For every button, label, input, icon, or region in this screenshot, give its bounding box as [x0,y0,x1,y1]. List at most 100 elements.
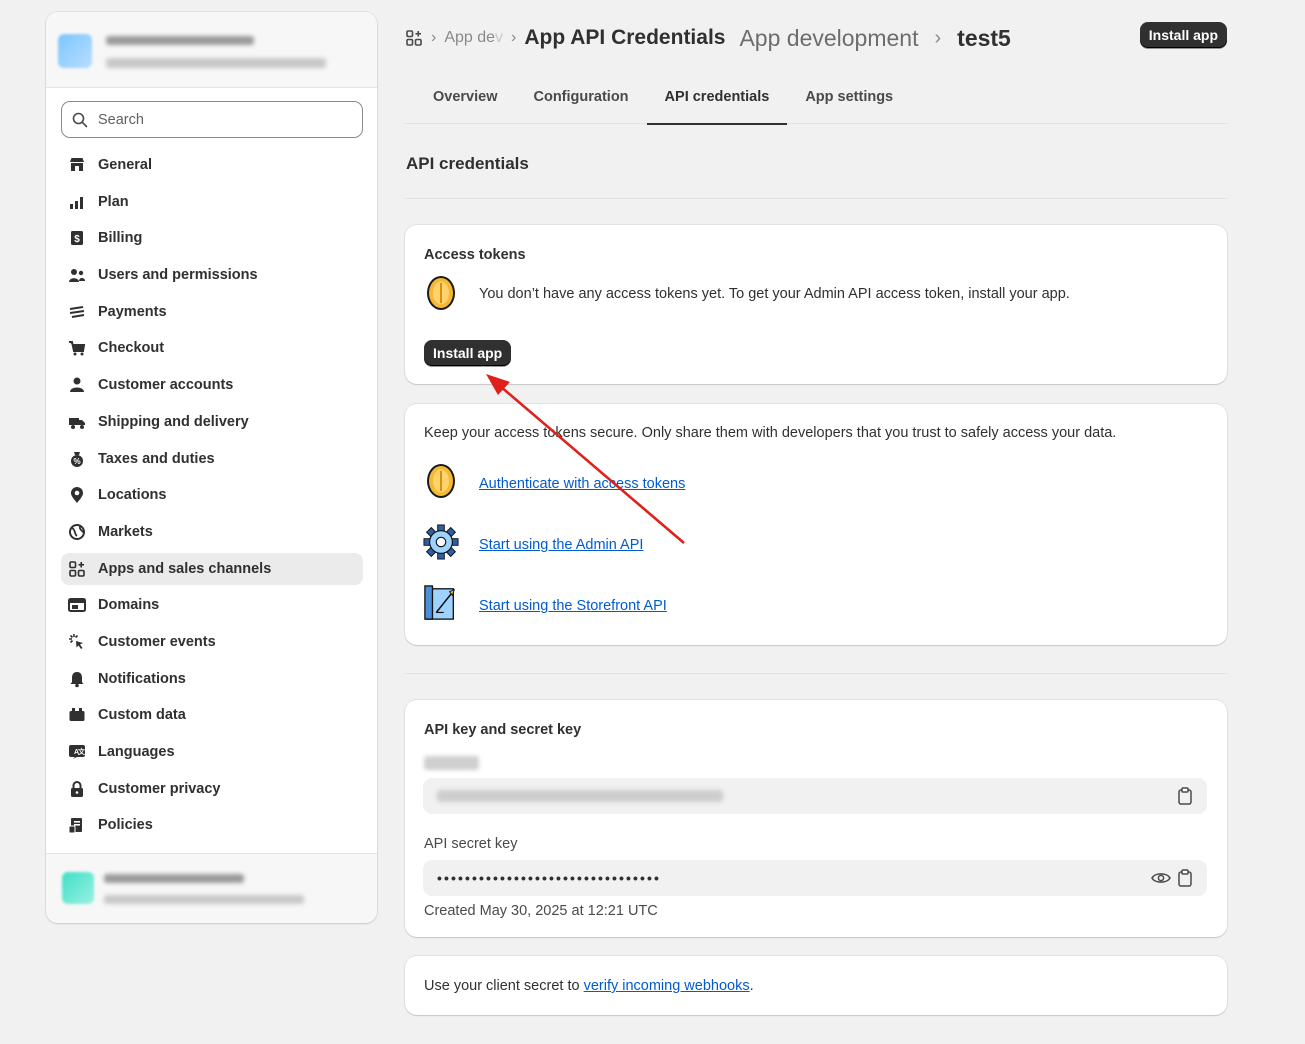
sidebar-item-policies[interactable]: Policies [61,809,363,841]
user-email-redacted [104,895,304,904]
custom-data-icon [68,706,86,724]
sidebar-item-taxes-and-duties[interactable]: % Taxes and duties [61,443,363,475]
sidebar-item-plan[interactable]: Plan [61,186,363,218]
sidebar-item-domains[interactable]: Domains [61,589,363,621]
sidebar-item-markets[interactable]: Markets [61,516,363,548]
sidebar-item-custom-data[interactable]: Custom data [61,699,363,731]
sidebar-item-locations[interactable]: Locations [61,479,363,511]
store-icon [68,156,86,174]
sidebar-item-label: Users and permissions [98,267,258,284]
sidebar-item-billing[interactable]: $ Billing [61,222,363,254]
api-key-field[interactable] [423,778,1207,814]
sidebar-item-checkout[interactable]: Checkout [61,332,363,364]
chevron-right-icon: › [431,29,437,46]
location-pin-icon [68,486,86,504]
tab-app-settings[interactable]: App settings [787,80,911,124]
chevron-right-icon: › [934,26,942,49]
breadcrumb-app-development-title[interactable]: App development [739,25,918,52]
user-footer[interactable] [46,853,377,923]
section-title: API credentials [406,154,529,173]
apps-icon[interactable] [405,29,423,47]
globe-icon [68,523,86,541]
sidebar-item-label: Languages [98,744,175,760]
breadcrumb-app-development[interactable]: App dev [444,29,503,47]
sidebar-item-customer-events[interactable]: Customer events [61,626,363,658]
tab-bar: Overview Configuration API credentials App … [405,80,1227,125]
page-header: › App dev › App API Credentials App deve… [405,18,1227,58]
verify-webhooks-link[interactable]: verify incoming webhooks [584,978,750,994]
sidebar-item-label: Custom data [98,707,186,724]
svg-text:$: $ [74,234,80,245]
billing-receipt-icon: $ [68,229,86,247]
sidebar-item-label: Apps and sales channels [98,560,272,577]
settings-nav: General Plan $ Billing Users and permissions… [61,149,363,846]
storefront-api-link[interactable]: Start using the Storefront API [479,598,667,614]
sidebar-item-label: General [98,157,152,173]
access-tokens-title: Access tokens [424,247,526,263]
breadcrumb-faded-text: App de [444,29,496,46]
bell-icon [68,670,86,688]
sidebar-item-label: Checkout [98,340,165,357]
user-name-redacted [104,874,244,883]
person-icon [68,376,86,394]
truck-icon [68,413,86,431]
sidebar-item-customer-privacy[interactable]: Customer privacy [61,773,363,805]
search-field[interactable] [61,101,363,138]
sidebar-item-label: Shipping and delivery [98,413,249,430]
page-title: App API Credentials [524,26,726,49]
store-header[interactable] [46,12,377,88]
sidebar-item-label: Policies [98,817,153,834]
api-secret-field[interactable]: •••••••••••••••••••••••••••••••• [423,860,1207,896]
sidebar-item-customer-accounts[interactable]: Customer accounts [61,369,363,401]
svg-text:文: 文 [78,747,86,756]
breadcrumb: › App dev › App API Credentials App deve… [405,25,1011,52]
api-key-label-redacted [424,756,479,770]
tab-overview[interactable]: Overview [405,80,516,124]
language-icon: A文 [68,743,86,761]
search-input[interactable] [98,111,338,128]
payments-icon [68,303,86,321]
webhooks-card: Use your client secret to verify incomin… [405,956,1227,1015]
sidebar-item-label: Payments [98,303,167,320]
sidebar-item-label: Domains [98,597,160,614]
install-app-button[interactable]: Install app [424,340,512,366]
sidebar-item-shipping-and-delivery[interactable]: Shipping and delivery [61,406,363,438]
policies-icon [68,816,86,834]
chevron-right-icon: › [511,29,517,46]
sidebar-item-label: Locations [98,487,167,504]
app-name: test5 [957,24,1011,51]
authenticate-link[interactable]: Authenticate with access tokens [479,476,685,492]
sidebar-item-users-and-permissions[interactable]: Users and permissions [61,259,363,291]
api-keys-title: API key and secret key [424,722,582,738]
tab-configuration[interactable]: Configuration [516,80,647,124]
api-keys-card: API key and secret key API secret key ••… [405,700,1227,937]
sidebar-item-label: Billing [98,230,143,247]
sidebar-item-payments[interactable]: Payments [61,296,363,328]
cart-icon [68,339,86,357]
install-app-header-button[interactable]: Install app [1139,22,1227,48]
store-name-redacted [106,36,254,45]
lock-icon [68,780,86,798]
clipboard-icon[interactable] [1177,869,1193,887]
apps-icon [68,560,86,578]
coin-icon [423,461,459,501]
sidebar-item-notifications[interactable]: Notifications [61,663,363,695]
clipboard-icon[interactable] [1177,787,1193,805]
coin-icon [423,273,459,313]
api-key-value-redacted [437,790,723,802]
eye-icon[interactable] [1151,871,1171,885]
admin-api-link[interactable]: Start using the Admin API [479,537,643,553]
webhooks-prefix: Use your client secret to [424,978,584,994]
tab-api-credentials[interactable]: API credentials [646,80,788,125]
api-secret-masked: •••••••••••••••••••••••••••••••• [437,870,662,886]
access-tokens-card: Access tokens You don’t have any access … [405,225,1227,384]
store-url-redacted [106,58,326,68]
sidebar-item-general[interactable]: General [61,149,363,181]
sidebar-item-label: Customer privacy [98,780,221,797]
sidebar-item-label: Markets [98,523,153,540]
webhooks-text: Use your client secret to verify incomin… [424,978,754,994]
sidebar-item-apps-and-sales-channels[interactable]: Apps and sales channels [61,552,363,585]
sidebar-item-label: Customer events [98,633,216,650]
divider [405,198,1227,199]
sidebar-item-languages[interactable]: A 文 Languages [61,736,363,768]
